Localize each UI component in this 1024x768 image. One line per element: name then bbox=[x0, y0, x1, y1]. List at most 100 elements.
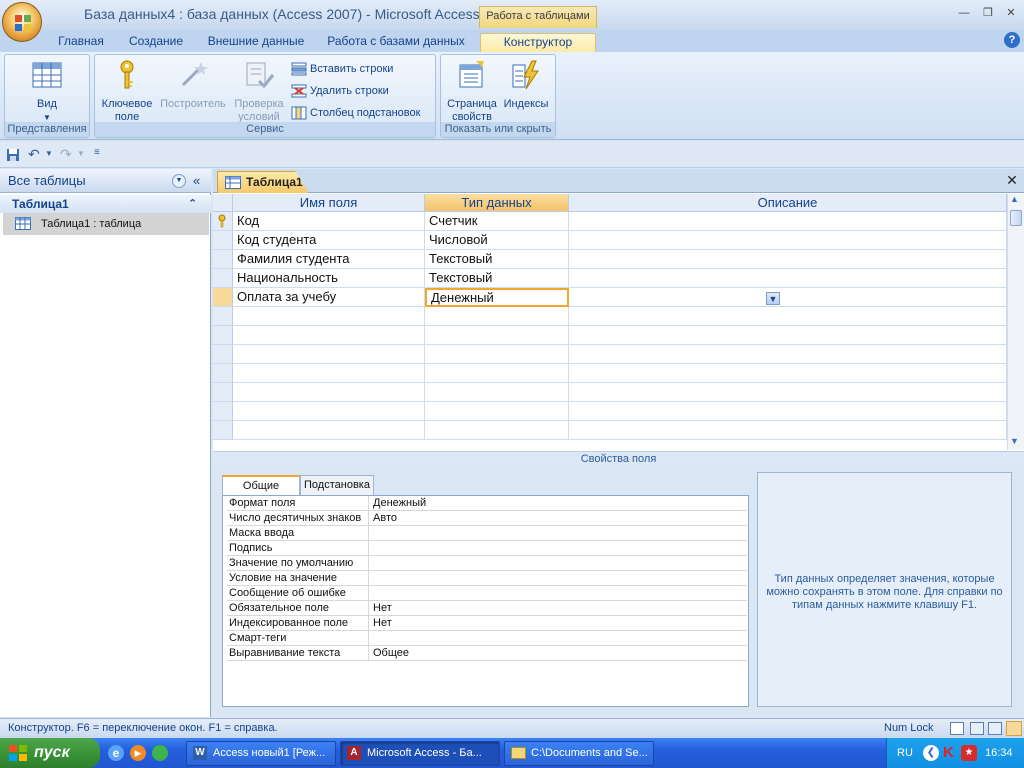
design-view-icon[interactable] bbox=[1006, 721, 1022, 736]
empty-cell[interactable] bbox=[569, 421, 1007, 440]
empty-cell[interactable] bbox=[569, 307, 1007, 326]
row-selector[interactable] bbox=[213, 307, 233, 326]
property-value[interactable] bbox=[372, 571, 747, 586]
internet-explorer-icon[interactable]: e bbox=[108, 745, 124, 761]
data-type-combo[interactable]: Денежный ▼ bbox=[425, 288, 780, 307]
column-header-description[interactable]: Описание bbox=[569, 194, 1007, 212]
test-rules-button[interactable]: Проверка условий bbox=[229, 59, 289, 124]
delete-rows-button[interactable]: Удалить строки bbox=[291, 82, 389, 100]
property-row[interactable]: Обязательное поле Нет bbox=[227, 601, 747, 616]
scroll-up-icon[interactable]: ▲ bbox=[1010, 194, 1019, 204]
property-row[interactable]: Маска ввода bbox=[227, 526, 747, 541]
empty-cell[interactable] bbox=[233, 364, 425, 383]
datasheet-view-icon[interactable] bbox=[950, 722, 964, 735]
description-cell[interactable] bbox=[569, 212, 1007, 231]
close-document-icon[interactable]: ✕ bbox=[1005, 173, 1019, 187]
field-name-cell[interactable]: Код bbox=[233, 212, 425, 231]
property-value[interactable] bbox=[372, 526, 747, 541]
property-value[interactable]: Авто bbox=[372, 511, 747, 526]
redo-icon[interactable]: ↷ bbox=[60, 146, 72, 163]
help-icon[interactable]: ? bbox=[1004, 32, 1020, 48]
description-cell[interactable] bbox=[569, 288, 1007, 307]
property-sheet-button[interactable]: Страница свойств bbox=[443, 59, 501, 124]
builder-button[interactable]: Построитель bbox=[157, 59, 229, 111]
property-row[interactable]: Условие на значение bbox=[227, 571, 747, 586]
row-selector[interactable] bbox=[213, 269, 233, 288]
taskbar-item-explorer[interactable]: C:\Documents and Se... bbox=[504, 741, 654, 766]
row-selector[interactable] bbox=[213, 231, 233, 250]
property-row[interactable]: Значение по умолчанию bbox=[227, 556, 747, 571]
insert-rows-button[interactable]: Вставить строки bbox=[291, 60, 393, 78]
empty-cell[interactable] bbox=[233, 421, 425, 440]
empty-cell[interactable] bbox=[425, 307, 569, 326]
chrome-icon[interactable] bbox=[152, 745, 168, 761]
description-cell[interactable] bbox=[569, 250, 1007, 269]
field-name-cell[interactable]: Код студента bbox=[233, 231, 425, 250]
nav-item-table1[interactable]: Таблица1 : таблица bbox=[3, 213, 209, 235]
empty-cell[interactable] bbox=[425, 421, 569, 440]
empty-cell[interactable] bbox=[425, 364, 569, 383]
property-row[interactable]: Индексированное поле Нет bbox=[227, 616, 747, 631]
data-type-cell[interactable]: Числовой bbox=[425, 231, 569, 250]
empty-cell[interactable] bbox=[425, 345, 569, 364]
taskbar-item-word[interactable]: W Access новый1 [Реж... bbox=[186, 741, 336, 766]
property-value[interactable]: Нет bbox=[372, 616, 747, 631]
scroll-thumb[interactable] bbox=[1010, 210, 1022, 226]
taskbar-item-access[interactable]: A Microsoft Access - Ба... bbox=[340, 741, 500, 766]
tab-design[interactable]: Конструктор bbox=[480, 33, 596, 52]
row-selector[interactable] bbox=[213, 212, 233, 231]
close-window-button[interactable]: ✕ bbox=[1002, 6, 1020, 20]
primary-key-button[interactable]: Ключевое поле bbox=[97, 59, 157, 124]
property-row[interactable]: Число десятичных знаков Авто bbox=[227, 511, 747, 526]
view-button[interactable]: Вид ▼ bbox=[17, 59, 77, 124]
collapse-pane-icon[interactable]: « bbox=[193, 169, 200, 193]
tab-external-data[interactable]: Внешние данные bbox=[200, 33, 312, 52]
pivot-table-view-icon[interactable] bbox=[970, 722, 984, 735]
undo-dropdown-icon[interactable]: ▼ bbox=[45, 149, 53, 158]
empty-cell[interactable] bbox=[569, 383, 1007, 402]
tab-general[interactable]: Общие bbox=[222, 475, 300, 496]
row-selector[interactable] bbox=[213, 383, 233, 402]
scroll-down-icon[interactable]: ▼ bbox=[1010, 436, 1019, 446]
empty-cell[interactable] bbox=[425, 402, 569, 421]
back-arrow-icon[interactable]: ❮ bbox=[923, 745, 939, 761]
empty-cell[interactable] bbox=[569, 402, 1007, 421]
empty-cell[interactable] bbox=[233, 307, 425, 326]
nav-pane-header[interactable]: Все таблицы ▼ « bbox=[0, 169, 211, 193]
empty-cell[interactable] bbox=[425, 383, 569, 402]
indexes-button[interactable]: Индексы bbox=[501, 59, 551, 111]
nav-group-header[interactable]: Таблица1 ⌃ bbox=[0, 195, 211, 213]
empty-cell[interactable] bbox=[569, 364, 1007, 383]
property-value[interactable]: Общее bbox=[372, 646, 747, 661]
empty-cell[interactable] bbox=[233, 383, 425, 402]
nav-dropdown-icon[interactable]: ▼ bbox=[172, 174, 186, 188]
row-selector[interactable] bbox=[213, 326, 233, 345]
row-selector[interactable] bbox=[213, 364, 233, 383]
vertical-scrollbar[interactable]: ▲ ▼ bbox=[1007, 194, 1024, 450]
property-value[interactable]: Денежный bbox=[372, 496, 747, 511]
data-type-cell[interactable]: Текстовый bbox=[425, 269, 569, 288]
tab-database-tools[interactable]: Работа с базами данных bbox=[322, 33, 470, 52]
start-button[interactable]: пуск bbox=[0, 738, 100, 768]
property-row[interactable]: Смарт-теги bbox=[227, 631, 747, 646]
pivot-chart-view-icon[interactable] bbox=[988, 722, 1002, 735]
field-name-cell[interactable]: Фамилия студента bbox=[233, 250, 425, 269]
tab-lookup[interactable]: Подстановка bbox=[300, 475, 374, 495]
lookup-column-button[interactable]: Столбец подстановок bbox=[291, 104, 420, 122]
document-tab-table1[interactable]: Таблица1 bbox=[217, 171, 309, 193]
empty-cell[interactable] bbox=[569, 345, 1007, 364]
media-player-icon[interactable]: ▶ bbox=[130, 745, 146, 761]
customize-qat-icon[interactable]: ≡ bbox=[94, 147, 100, 158]
minimize-button[interactable]: — bbox=[955, 6, 973, 20]
row-selector[interactable] bbox=[213, 250, 233, 269]
description-cell[interactable] bbox=[569, 231, 1007, 250]
empty-cell[interactable] bbox=[569, 326, 1007, 345]
property-value[interactable] bbox=[372, 556, 747, 571]
description-cell[interactable] bbox=[569, 269, 1007, 288]
empty-cell[interactable] bbox=[425, 326, 569, 345]
property-row[interactable]: Сообщение об ошибке bbox=[227, 586, 747, 601]
kaspersky-icon[interactable]: K bbox=[943, 738, 954, 768]
tab-create[interactable]: Создание bbox=[120, 33, 192, 52]
save-icon[interactable] bbox=[6, 148, 20, 162]
row-selector[interactable] bbox=[213, 345, 233, 364]
